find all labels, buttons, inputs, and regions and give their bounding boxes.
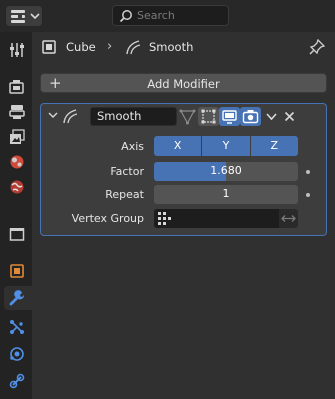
factor-value: 1.680 <box>210 164 242 177</box>
invert-vertex-group-toggle[interactable] <box>279 209 298 228</box>
tab-particles[interactable] <box>4 315 30 339</box>
chevron-down-icon <box>266 113 277 121</box>
search-icon <box>119 10 132 23</box>
object-icon <box>10 264 24 278</box>
repeat-label: Repeat <box>105 188 144 201</box>
world-icon <box>10 180 24 194</box>
modifier-panel-smooth: Smooth Axis X Y Z Factor 1.680 Repeat 1 … <box>40 103 327 236</box>
scene-icon <box>10 155 24 169</box>
search-field[interactable]: Search <box>112 5 229 26</box>
tab-collection[interactable] <box>4 222 30 246</box>
render-icon <box>9 80 24 94</box>
repeat-field[interactable]: 1 <box>154 185 298 204</box>
tab-modifiers[interactable] <box>4 286 32 310</box>
factor-slider[interactable]: 1.680 <box>154 162 298 181</box>
monitor-icon <box>222 110 237 124</box>
tab-output[interactable] <box>4 100 30 124</box>
arrow-left-right-icon <box>281 215 296 222</box>
edit-mode-icon <box>201 109 216 124</box>
vertex-group-label: Vertex Group <box>71 212 144 225</box>
remove-modifier-button[interactable] <box>279 107 300 126</box>
repeat-keyframe-dot[interactable] <box>306 193 310 197</box>
tool-icon <box>10 43 24 57</box>
collapse-chevron-icon[interactable] <box>48 110 58 120</box>
properties-editor-icon <box>11 10 25 23</box>
render-toggle[interactable] <box>240 107 261 126</box>
constraints-icon <box>9 373 25 389</box>
tab-physics[interactable] <box>4 342 30 366</box>
smooth-modifier-icon <box>126 40 141 55</box>
vertex-group-field[interactable] <box>154 209 279 228</box>
add-modifier-label: Add Modifier <box>147 77 220 91</box>
factor-label: Factor <box>110 165 144 178</box>
close-icon <box>284 111 295 122</box>
repeat-value: 1 <box>222 187 230 200</box>
camera-icon <box>242 110 259 124</box>
breadcrumb-separator: › <box>107 39 113 54</box>
axis-toggle-group: X Y Z <box>154 136 298 156</box>
axis-y-toggle[interactable]: Y <box>202 136 251 156</box>
smooth-modifier-icon <box>63 109 78 124</box>
factor-keyframe-dot[interactable] <box>306 170 310 174</box>
tab-object[interactable] <box>4 259 30 283</box>
chevron-down-icon <box>30 13 40 20</box>
view-layer-icon <box>10 129 25 144</box>
editor-type-dropdown[interactable] <box>5 5 43 27</box>
object-icon <box>42 40 56 54</box>
tab-constraints[interactable] <box>4 369 30 393</box>
tab-view-layer[interactable] <box>4 125 30 149</box>
header-bar: Search <box>0 0 335 32</box>
properties-tab-strip <box>0 32 32 399</box>
axis-label: Axis <box>121 140 144 153</box>
axis-x-toggle[interactable]: X <box>154 136 203 156</box>
properties-editor: Search Cube › Smooth + Add Modifier Smoo… <box>0 0 335 399</box>
realtime-toggle[interactable] <box>219 107 240 126</box>
physics-icon <box>10 347 24 361</box>
vertex-group-icon <box>158 212 171 225</box>
breadcrumb-modifier-name: Smooth <box>149 40 194 54</box>
on-cage-icon <box>179 109 196 125</box>
on-cage-toggle[interactable] <box>177 107 198 126</box>
tab-world[interactable] <box>4 175 30 199</box>
tab-render[interactable] <box>4 75 30 99</box>
collection-icon <box>9 228 25 241</box>
tab-scene[interactable] <box>4 150 30 174</box>
pin-icon[interactable] <box>309 39 325 55</box>
edit-mode-toggle[interactable] <box>198 107 219 126</box>
breadcrumb: Cube › Smooth <box>32 32 335 62</box>
search-placeholder: Search <box>137 9 175 22</box>
add-modifier-button[interactable]: + Add Modifier <box>40 73 327 93</box>
modifier-name-field[interactable]: Smooth <box>90 107 177 126</box>
output-icon <box>9 105 25 119</box>
modifier-wrench-icon <box>9 290 25 306</box>
breadcrumb-object-name: Cube <box>66 40 96 54</box>
axis-z-toggle[interactable]: Z <box>250 136 298 156</box>
particles-icon <box>10 320 24 334</box>
tab-tool[interactable] <box>4 38 30 62</box>
